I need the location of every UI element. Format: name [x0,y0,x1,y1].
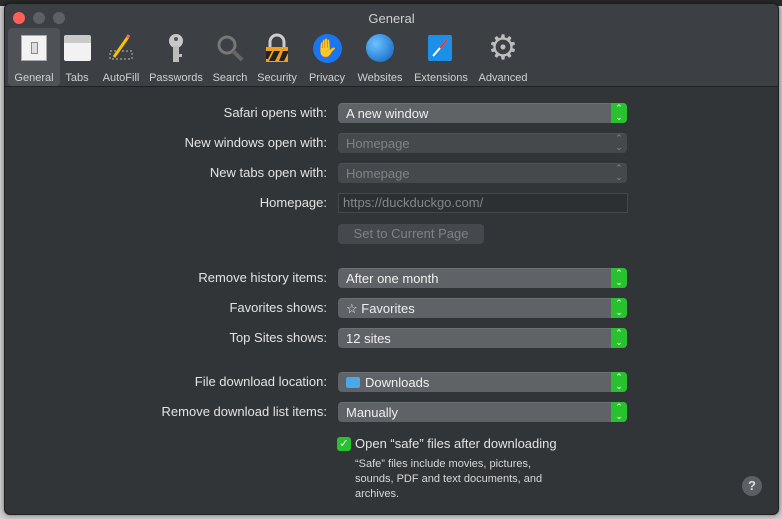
homepage-label: Homepage: [259,195,327,210]
homepage-input[interactable]: https://duckduckgo.com/ [338,193,628,213]
popup-value: Homepage [346,136,410,151]
chevron-updown-icon: ⌃ ⌄ [611,268,627,288]
chevron-updown-icon: ⌃ ⌄ [611,103,627,123]
favorites-label: Favorites shows: [229,300,327,315]
chevron-updown-icon: ⌃ ⌄ [615,163,623,182]
top-sites-popup[interactable]: 12 sites ⌃ ⌄ [338,328,627,348]
tab-label: Websites [357,72,403,84]
tab-privacy[interactable]: ✋ Privacy [304,28,350,86]
new-tabs-label: New tabs open with: [209,165,327,180]
tab-websites[interactable]: Websites [353,28,407,86]
popup-value: After one month [346,271,439,286]
pencil-icon [104,31,138,65]
popup-value: Homepage [346,166,410,181]
tab-passwords[interactable]: Passwords [147,28,205,86]
remove-download-popup[interactable]: Manually ⌃ ⌄ [338,402,627,422]
lock-icon [260,31,294,65]
tab-label: Security [257,72,297,84]
safari-opens-label: Safari opens with: [223,105,327,120]
chevron-updown-icon: ⌃ ⌄ [611,402,627,422]
set-to-current-page-button[interactable]: Set to Current Page [338,224,484,244]
gear-icon: ⚙ [487,29,519,67]
chevron-updown-icon: ⌃ ⌄ [615,133,623,152]
globe-icon [363,31,397,65]
general-icon [17,31,51,65]
tab-label: AutoFill [102,72,140,84]
tab-security[interactable]: Security [254,28,300,86]
safari-opens-popup[interactable]: A new window ⌃ ⌄ [338,103,627,123]
tab-label: General [14,72,54,84]
download-location-popup[interactable]: Downloads ⌃ ⌄ [338,372,627,392]
remove-download-label: Remove download list items: [161,404,327,419]
tab-advanced[interactable]: ⚙ Advanced [475,28,531,86]
hand-icon: ✋ [310,31,344,65]
tabs-icon [60,31,94,65]
compass-puzzle-icon [424,31,458,65]
window-title: General [368,11,415,26]
chevron-updown-icon: ⌃ ⌄ [611,328,627,348]
popup-value: Manually [346,405,399,420]
remove-history-label: Remove history items: [198,270,327,285]
magnifier-icon [213,31,247,65]
tab-tabs[interactable]: Tabs [59,28,95,86]
open-safe-label: Open “safe” files after downloading [355,436,557,451]
tab-label: Tabs [65,72,89,84]
preferences-window: General General Tabs AutoFill Passwords … [4,3,779,515]
tab-label: Advanced [478,72,528,84]
open-safe-checkbox[interactable]: ✓ [337,437,351,451]
help-button[interactable]: ? [742,476,762,496]
new-windows-popup[interactable]: Homepage ⌃ ⌄ [338,133,627,153]
open-safe-note: “Safe” files include movies, pictures, s… [355,458,543,500]
download-location-label: File download location: [194,374,327,389]
tab-label: Search [212,72,248,84]
tab-label: Extensions [414,72,468,84]
popup-value: 12 sites [346,331,391,346]
chevron-updown-icon: ⌃ ⌄ [611,372,627,392]
tab-autofill[interactable]: AutoFill [98,28,144,86]
popup-value: Downloads [365,375,430,390]
favorites-popup[interactable]: ☆ Favorites ⌃ ⌄ [338,298,627,318]
popup-value: A new window [346,106,429,121]
tab-label: Privacy [308,72,346,84]
key-icon [159,31,193,65]
tab-search[interactable]: Search [209,28,251,86]
remove-history-popup[interactable]: After one month ⌃ ⌄ [338,268,627,288]
new-tabs-popup[interactable]: Homepage ⌃ ⌄ [338,163,627,183]
top-sites-label: Top Sites shows: [229,330,327,345]
toolbar: General General Tabs AutoFill Passwords … [5,4,778,87]
tab-extensions[interactable]: Extensions [410,28,472,86]
tab-general[interactable]: General [8,28,60,86]
downloads-folder-icon [346,377,360,388]
popup-value: ☆ Favorites [346,301,415,316]
new-windows-label: New windows open with: [184,135,327,150]
tab-label: Passwords [149,72,203,84]
chevron-updown-icon: ⌃ ⌄ [611,298,627,318]
